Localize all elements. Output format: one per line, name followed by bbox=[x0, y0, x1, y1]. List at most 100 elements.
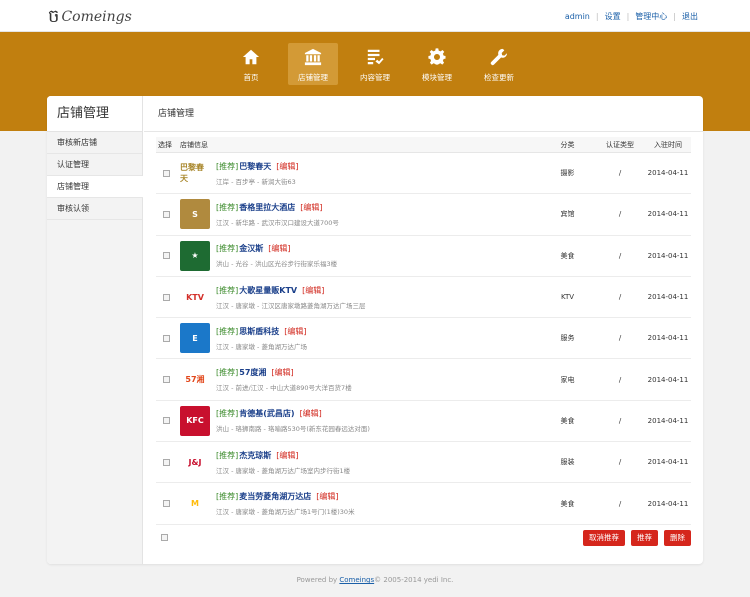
edit-link[interactable]: [编辑] bbox=[316, 491, 338, 502]
shop-text: [推荐] 57度湘 [编辑] 江汉 - 前进/江汉 - 中山大道890号大洋百货7楼 bbox=[216, 367, 352, 392]
shop-text: [推荐] 香格里拉大酒店 [编辑] 江汉 - 新华路 - 武汉市汉口建设大道700号 bbox=[216, 202, 339, 227]
sidebar-item-certification[interactable]: 认证管理 bbox=[47, 154, 142, 176]
edit-link[interactable]: [编辑] bbox=[302, 285, 324, 296]
copyright-link[interactable]: Comeings bbox=[339, 576, 374, 584]
shop-name-link[interactable]: 大歌星量贩KTV bbox=[239, 285, 297, 296]
edit-link[interactable]: [编辑] bbox=[276, 450, 298, 461]
row-checkbox[interactable] bbox=[163, 210, 170, 218]
recommend-tag: [推荐] bbox=[216, 409, 239, 419]
page-title: 店铺管理 bbox=[144, 96, 703, 132]
shop-category: KTV bbox=[560, 293, 575, 302]
copyright-prefix: Powered by bbox=[296, 576, 340, 584]
edit-link[interactable]: [编辑] bbox=[300, 202, 322, 213]
logout-link[interactable]: 退出 bbox=[676, 11, 704, 22]
table-body: 巴黎春天 [推荐] 巴黎春天 [编辑] 江岸 - 百步亭 - 新润大街63 摄影 / 2014… bbox=[156, 153, 691, 525]
edit-link[interactable]: [编辑] bbox=[284, 326, 306, 337]
table-row: KTV [推荐] 大歌星量贩KTV [编辑] 江汉 - 唐家墩 - 江汉区唐家墩路菱角湖… bbox=[156, 277, 691, 319]
shop-address: 江岸 - 百步亭 - 新润大街63 bbox=[216, 177, 296, 186]
row-checkbox[interactable] bbox=[163, 500, 170, 508]
row-checkbox[interactable] bbox=[163, 417, 170, 425]
row-checkbox[interactable] bbox=[163, 458, 170, 466]
shop-logo: J&J bbox=[180, 447, 210, 478]
nav-content-management[interactable]: 内容管理 bbox=[350, 43, 400, 85]
admin-link[interactable]: admin bbox=[559, 12, 596, 21]
row-checkbox-cell bbox=[156, 417, 180, 425]
shop-category: 家电 bbox=[560, 375, 575, 384]
nav-content-label: 内容管理 bbox=[360, 73, 390, 82]
shop-name-link[interactable]: 巴黎春天 bbox=[239, 161, 271, 172]
row-checkbox[interactable] bbox=[163, 334, 170, 342]
shop-name-line: [推荐] 金汉斯 [编辑] bbox=[216, 243, 337, 254]
nav-module-management[interactable]: 模块管理 bbox=[412, 43, 462, 85]
table-row: ★ [推荐] 金汉斯 [编辑] 洪山 - 光谷 - 洪山区光谷步行街家乐福3楼 美食 / 20… bbox=[156, 236, 691, 277]
shop-name-link[interactable]: 香格里拉大酒店 bbox=[239, 202, 295, 213]
shop-address: 江汉 - 唐家墩 - 菱角湖万达广场1号门(1楼)30米 bbox=[216, 508, 355, 517]
recommend-tag: [推荐] bbox=[216, 450, 239, 460]
table-row: KFC [推荐] 肯德基(武昌店) [编辑] 洪山 - 珞狮南路 - 珞喻路530号(新… bbox=[156, 401, 691, 443]
shop-name-line: [推荐] 巴黎春天 [编辑] bbox=[216, 161, 299, 172]
shop-logo: KFC bbox=[180, 405, 210, 436]
shop-name-link[interactable]: 杰克琼斯 bbox=[239, 450, 271, 461]
shop-name-line: [推荐] 香格里拉大酒店 [编辑] bbox=[216, 202, 339, 213]
shop-text: [推荐] 金汉斯 [编辑] 洪山 - 光谷 - 洪山区光谷步行街家乐福3楼 bbox=[216, 243, 337, 268]
edit-link[interactable]: [编辑] bbox=[271, 367, 293, 378]
admin-center-link[interactable]: 管理中心 bbox=[629, 11, 673, 22]
row-checkbox[interactable] bbox=[163, 293, 170, 301]
shop-name-link[interactable]: 57度湘 bbox=[239, 367, 266, 378]
shop-name-link[interactable]: 金汉斯 bbox=[239, 243, 263, 254]
edit-link[interactable]: [编辑] bbox=[300, 408, 322, 419]
cancel-recommend-button[interactable]: 取消推荐 bbox=[583, 529, 625, 546]
nav-home[interactable]: 首页 bbox=[226, 43, 276, 85]
shop-logo: M bbox=[180, 488, 210, 519]
shop-name-line: [推荐] 杰克琼斯 [编辑] bbox=[216, 450, 350, 461]
shop-info: S [推荐] 香格里拉大酒店 [编辑] 江汉 - 新华路 - 武汉市汉口建设大道700号 bbox=[180, 199, 540, 230]
sidebar-item-store-management[interactable]: 店铺管理 bbox=[47, 176, 143, 198]
edit-link[interactable]: [编辑] bbox=[276, 161, 298, 172]
settings-link[interactable]: 设置 bbox=[599, 11, 627, 22]
recommend-tag: [推荐] bbox=[216, 161, 239, 171]
shop-address: 江汉 - 前进/江汉 - 中山大道890号大洋百货7楼 bbox=[216, 384, 352, 393]
nav-check-update[interactable]: 检查更新 bbox=[474, 43, 524, 85]
row-checkbox-cell bbox=[156, 500, 180, 508]
shop-category: 服装 bbox=[560, 458, 575, 467]
shop-join-date: 2014-04-11 bbox=[647, 169, 689, 178]
sidebar-item-review-new-stores[interactable]: 审核新店铺 bbox=[47, 132, 142, 154]
shop-address: 江汉 - 唐家墩 - 江汉区唐家墩路菱角湖万达广场三层 bbox=[216, 301, 366, 310]
shop-name-link[interactable]: 麦当劳菱角湖万达店 bbox=[239, 491, 311, 502]
shop-category: 摄影 bbox=[560, 169, 575, 178]
shop-category: 美食 bbox=[560, 416, 575, 425]
recommend-button[interactable]: 推荐 bbox=[631, 529, 658, 546]
shop-category: 服务 bbox=[560, 334, 575, 343]
store-table: 选择 店铺信息 分类 认证类型 入驻时间 巴黎春天 [推荐] 巴黎春天 [编辑] 江岸 … bbox=[156, 137, 691, 551]
nav-store-management[interactable]: 店铺管理 bbox=[288, 43, 338, 85]
shop-name-link[interactable]: 思斯盾科技 bbox=[239, 326, 279, 337]
recommend-tag: [推荐] bbox=[216, 368, 239, 378]
copyright-suffix: © 2005-2014 yedi Inc. bbox=[374, 576, 454, 584]
shop-auth-type: / bbox=[618, 293, 622, 302]
shop-name-link[interactable]: 肯德基(武昌店) bbox=[239, 408, 294, 419]
row-checkbox-cell bbox=[156, 293, 180, 301]
logo[interactable]: ច Comeings bbox=[48, 6, 132, 28]
table-row: J&J [推荐] 杰克琼斯 [编辑] 江汉 - 唐家墩 - 菱角湖万达广场室内步行街1楼… bbox=[156, 442, 691, 484]
recommend-tag: [推荐] bbox=[216, 202, 239, 212]
shop-join-date: 2014-04-11 bbox=[647, 375, 689, 384]
shop-auth-type: / bbox=[618, 375, 622, 384]
row-checkbox[interactable] bbox=[163, 169, 170, 177]
sidebar-item-review-claims[interactable]: 审核认领 bbox=[47, 198, 142, 220]
shop-logo: E bbox=[180, 323, 210, 354]
shop-name-line: [推荐] 大歌星量贩KTV [编辑] bbox=[216, 285, 365, 296]
delete-button[interactable]: 删除 bbox=[664, 529, 691, 546]
content-panel: 店铺管理 审核新店铺 认证管理 店铺管理 审核认领 店铺管理 选择 店铺信息 分… bbox=[47, 96, 703, 564]
shop-info: M [推荐] 麦当劳菱角湖万达店 [编辑] 江汉 - 唐家墩 - 菱角湖万达广场1号门(… bbox=[180, 488, 540, 519]
row-checkbox-cell bbox=[156, 458, 180, 466]
shop-auth-type: / bbox=[618, 251, 622, 260]
shop-address: 洪山 - 珞狮南路 - 珞喻路530号(新东花园春远达对面) bbox=[216, 425, 370, 434]
row-checkbox[interactable] bbox=[163, 252, 170, 260]
shop-auth-type: / bbox=[618, 169, 622, 178]
shop-text: [推荐] 大歌星量贩KTV [编辑] 江汉 - 唐家墩 - 江汉区唐家墩路菱角湖万达广… bbox=[216, 285, 365, 310]
home-icon bbox=[242, 49, 260, 65]
row-checkbox-cell bbox=[156, 376, 180, 384]
edit-link[interactable]: [编辑] bbox=[268, 243, 290, 254]
row-checkbox[interactable] bbox=[163, 376, 170, 384]
select-all-checkbox[interactable] bbox=[161, 534, 168, 542]
